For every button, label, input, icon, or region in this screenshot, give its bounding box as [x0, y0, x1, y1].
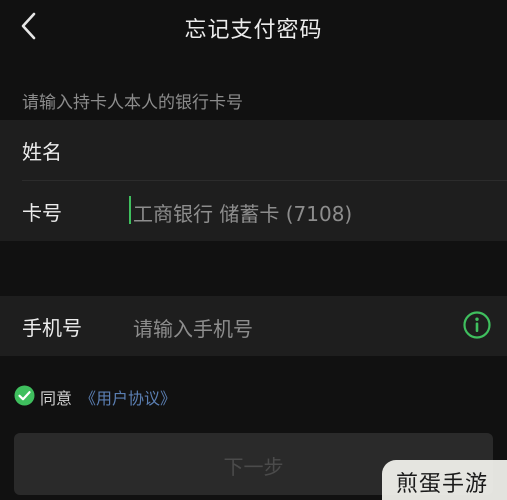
phone-row[interactable]: 手机号 请输入手机号 [0, 296, 507, 356]
info-icon [463, 311, 491, 339]
agree-label: 同意 [40, 389, 73, 408]
info-button[interactable] [462, 310, 492, 340]
user-agreement-link[interactable]: 《用户协议》 [80, 385, 176, 409]
phone-label: 手机号 [22, 316, 82, 340]
card-number-field[interactable]: 工商银行 储蓄卡 (7108) [133, 198, 352, 227]
agree-checkbox[interactable] [14, 385, 35, 406]
watermark: 煎蛋手游 [382, 460, 507, 500]
check-circle-icon [14, 385, 35, 406]
card-info-group: 姓名 卡号 工商银行 储蓄卡 (7108) [0, 120, 507, 241]
phone-input[interactable]: 请输入手机号 [133, 313, 253, 342]
navigation-bar: 忘记支付密码 [0, 0, 507, 52]
text-cursor [129, 196, 131, 224]
instruction-text: 请输入持卡人本人的银行卡号 [22, 93, 243, 113]
watermark-text: 煎蛋手游 [396, 472, 489, 497]
name-label: 姓名 [22, 140, 62, 164]
forgot-payment-password-page: 忘记支付密码 请输入持卡人本人的银行卡号 姓名 卡号 工商银行 储蓄卡 (710… [0, 0, 507, 500]
phone-group: 手机号 请输入手机号 [0, 296, 507, 356]
card-number-label: 卡号 [22, 201, 62, 225]
name-row[interactable]: 姓名 [0, 120, 507, 181]
page-title: 忘记支付密码 [184, 18, 323, 43]
card-number-row[interactable]: 卡号 工商银行 储蓄卡 (7108) [0, 181, 507, 241]
